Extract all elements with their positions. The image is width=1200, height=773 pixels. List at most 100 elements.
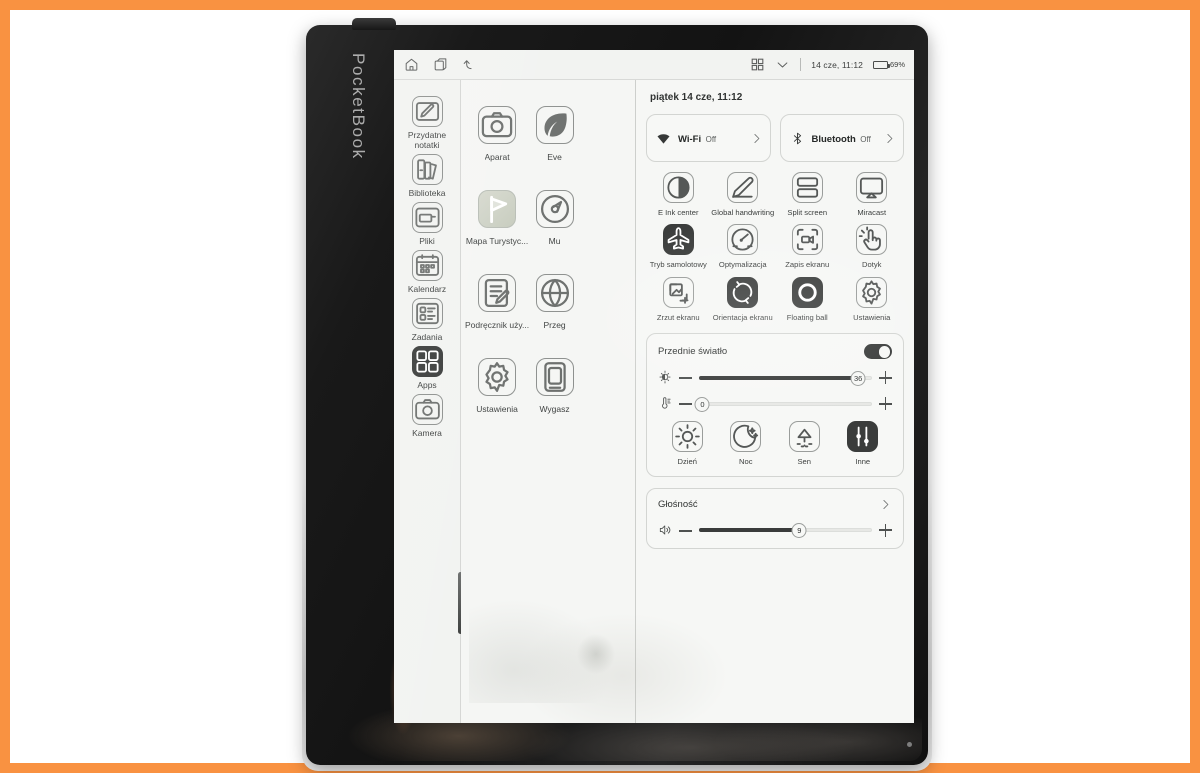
toggle-zapis-ekranu[interactable]: Zapis ekranu <box>775 224 840 269</box>
app-label: Mu <box>548 236 561 246</box>
sidebar-item-przydatne-notatki[interactable]: Przydatne notatki <box>395 94 459 152</box>
eink-screen: 14 cze, 11:12 69% Przydatne notatki Bibli… <box>394 50 914 723</box>
front-light-header: Przednie światło <box>658 344 892 360</box>
app-label: Podręcznik uży... <box>465 320 530 330</box>
volume-slider[interactable]: 9 <box>699 523 872 539</box>
sidebar-item-label: Biblioteka <box>408 188 446 199</box>
brightness-row: 36 <box>658 370 892 386</box>
toggle-split-screen[interactable]: Split screen <box>775 172 840 217</box>
rotate-screen-icon <box>727 276 759 308</box>
toggle-e-ink-center[interactable]: E Ink center <box>646 172 711 217</box>
app-ustawienia[interactable]: Ustawienia <box>465 358 529 414</box>
brightness-increase[interactable] <box>879 371 892 385</box>
toggle-dotyk[interactable]: Dotyk <box>840 224 905 269</box>
toggle-global-handwriting[interactable]: Global handwriting <box>711 172 776 217</box>
sidebar-item-label: Zadania <box>411 332 443 343</box>
status-time: 14 cze, 11:12 <box>811 59 863 70</box>
status-bar-nav <box>404 57 477 72</box>
preset-inne[interactable]: Inne <box>834 421 893 466</box>
toggle-tryb-samolotowy[interactable]: Tryb samolotowy <box>646 224 711 269</box>
front-light-toggle[interactable] <box>864 344 892 360</box>
app-aparat[interactable]: Aparat <box>465 106 529 162</box>
volume-card: Głośność 9 <box>646 487 904 549</box>
screenshot-icon <box>662 276 694 308</box>
preset-dzie[interactable]: Dzień <box>658 421 717 466</box>
brightness-slider[interactable]: 36 <box>699 370 872 386</box>
back-icon[interactable] <box>462 57 477 72</box>
toggle-miracast[interactable]: Miracast <box>840 172 905 217</box>
preset-label: Inne <box>855 457 871 467</box>
brightness-value: 36 <box>850 370 866 386</box>
app-wygasz[interactable]: Wygasz <box>529 358 580 414</box>
toggle-orientacja-ekranu[interactable]: Orientacja ekranu <box>711 276 776 322</box>
front-light-card: Przednie światło 36 0 Dzień Noc Sen Inne <box>646 333 904 477</box>
volume-increase[interactable] <box>879 523 892 537</box>
sidebar-item-label: Kalendarz <box>407 284 447 295</box>
bluetooth-card[interactable]: Bluetooth Off <box>779 114 904 162</box>
sun-icon <box>671 421 703 453</box>
app-podr-cznik-u-y[interactable]: Podręcznik uży... <box>465 274 529 330</box>
toggle-zrzut-ekranu[interactable]: Zrzut ekranu <box>646 276 711 322</box>
brightness-decrease[interactable] <box>679 371 692 384</box>
sliders-icon <box>847 421 879 453</box>
sidebar-item-kamera[interactable]: Kamera <box>395 392 459 440</box>
wifi-state: Off <box>705 135 717 144</box>
power-button[interactable] <box>352 18 396 30</box>
app-label: Eve <box>547 152 562 162</box>
volume-title: Głośność <box>658 499 698 511</box>
sidebar-item-apps[interactable]: Apps <box>395 344 459 392</box>
pencil-icon <box>727 172 759 203</box>
app-mapa-turystyc[interactable]: Mapa Turystyc... <box>465 190 529 246</box>
light-preset-row: Dzień Noc Sen Inne <box>658 421 892 466</box>
brightness-icon <box>658 370 672 385</box>
chevron-right-icon <box>750 132 763 145</box>
volume-value: 9 <box>791 523 807 539</box>
volume-decrease[interactable] <box>679 524 692 537</box>
grid-view-icon[interactable] <box>750 57 765 72</box>
wifi-label: Wi-Fi <box>678 134 702 145</box>
sidebar-item-zadania[interactable]: Zadania <box>395 296 459 344</box>
toggle-ustawienia[interactable]: Ustawienia <box>840 276 905 322</box>
touch-hand-icon <box>856 224 888 256</box>
recents-icon[interactable] <box>433 57 448 72</box>
chevron-down-icon[interactable] <box>775 57 790 72</box>
warmth-decrease[interactable] <box>679 397 692 410</box>
app-przeg[interactable]: Przeg <box>529 274 580 330</box>
cast-icon <box>856 172 888 203</box>
app-grid: Aparat Eve Mapa Turystyc... Mu Podręcznik uż… <box>461 106 635 414</box>
sidebar-items: Przydatne notatki Biblioteka Pliki Kalendar… <box>395 94 459 440</box>
sidebar-item-biblioteka[interactable]: Biblioteka <box>395 152 459 200</box>
sidebar-item-pliki[interactable]: Pliki <box>395 200 459 248</box>
gear-icon <box>478 358 517 396</box>
toggle-label: Global handwriting <box>711 208 775 217</box>
speedometer-icon <box>727 224 759 256</box>
battery-indicator: 69% <box>872 60 905 69</box>
sidebar-item-label: Przydatne notatki <box>407 130 447 151</box>
toggle-label: Zapis ekranu <box>785 260 830 270</box>
preset-sen[interactable]: Sen <box>775 421 834 466</box>
sidebar: Przydatne notatki Biblioteka Pliki Kalendar… <box>394 80 463 723</box>
split-screen-icon <box>791 172 823 203</box>
preset-label: Sen <box>797 457 811 467</box>
brand-logo: PocketBook <box>349 53 368 160</box>
note-pen-icon <box>411 96 443 127</box>
volume-header[interactable]: Głośność <box>658 498 892 512</box>
home-icon[interactable] <box>404 57 419 72</box>
sidebar-item-kalendarz[interactable]: Kalendarz <box>395 248 459 296</box>
sidebar-item-label: Pliki <box>419 236 435 247</box>
wifi-card[interactable]: Wi-Fi Off <box>646 114 771 162</box>
preset-noc[interactable]: Noc <box>717 421 776 466</box>
airplane-icon <box>662 224 694 256</box>
chevron-right-icon <box>879 498 892 512</box>
warmth-slider[interactable]: 0 <box>694 396 872 412</box>
screen-record-icon <box>791 224 823 256</box>
bluetooth-label: Bluetooth <box>811 134 856 145</box>
app-eve[interactable]: Eve <box>529 106 580 162</box>
toggle-floating-ball[interactable]: Floating ball <box>775 276 840 322</box>
warmth-value: 0 <box>694 396 710 412</box>
toggle-optymalizacja[interactable]: Optymalizacja <box>711 224 776 269</box>
app-mu[interactable]: Mu <box>529 190 580 246</box>
toggle-label: Dotyk <box>862 260 882 270</box>
app-label: Mapa Turystyc... <box>465 236 529 246</box>
warmth-increase[interactable] <box>879 397 892 411</box>
